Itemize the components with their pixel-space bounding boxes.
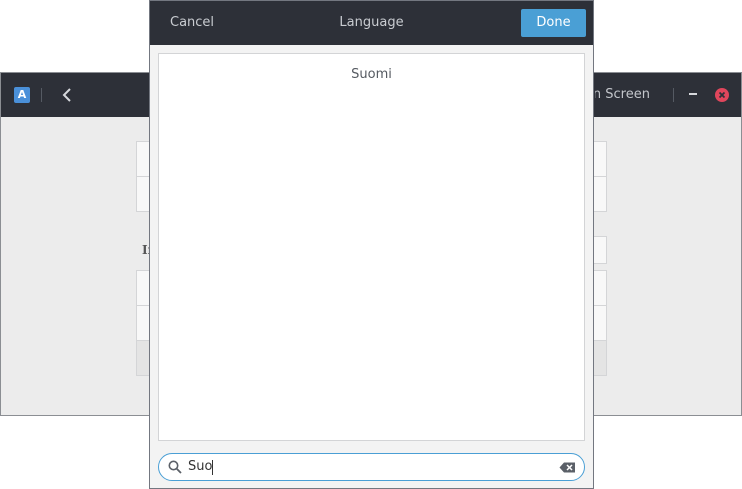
language-item[interactable]: Suomi xyxy=(159,54,584,96)
done-button[interactable]: Done xyxy=(521,9,586,37)
close-icon[interactable] xyxy=(715,88,729,102)
app-icon: A xyxy=(14,87,30,103)
background-window-title: gin Screen xyxy=(595,87,650,102)
search-icon xyxy=(168,460,182,474)
search-field[interactable] xyxy=(158,453,585,481)
header-separator xyxy=(673,88,674,102)
text-caret xyxy=(212,460,213,475)
header-separator xyxy=(41,88,42,102)
cancel-button[interactable]: Cancel xyxy=(170,15,214,30)
language-dialog: Language Cancel Done Suomi xyxy=(149,0,594,489)
clear-search-icon[interactable] xyxy=(559,462,576,473)
minimize-icon[interactable] xyxy=(688,85,698,103)
back-icon[interactable] xyxy=(61,86,73,104)
language-list: Suomi xyxy=(158,53,585,441)
search-input[interactable] xyxy=(188,454,548,480)
dialog-headerbar: Language Cancel Done xyxy=(150,1,593,45)
